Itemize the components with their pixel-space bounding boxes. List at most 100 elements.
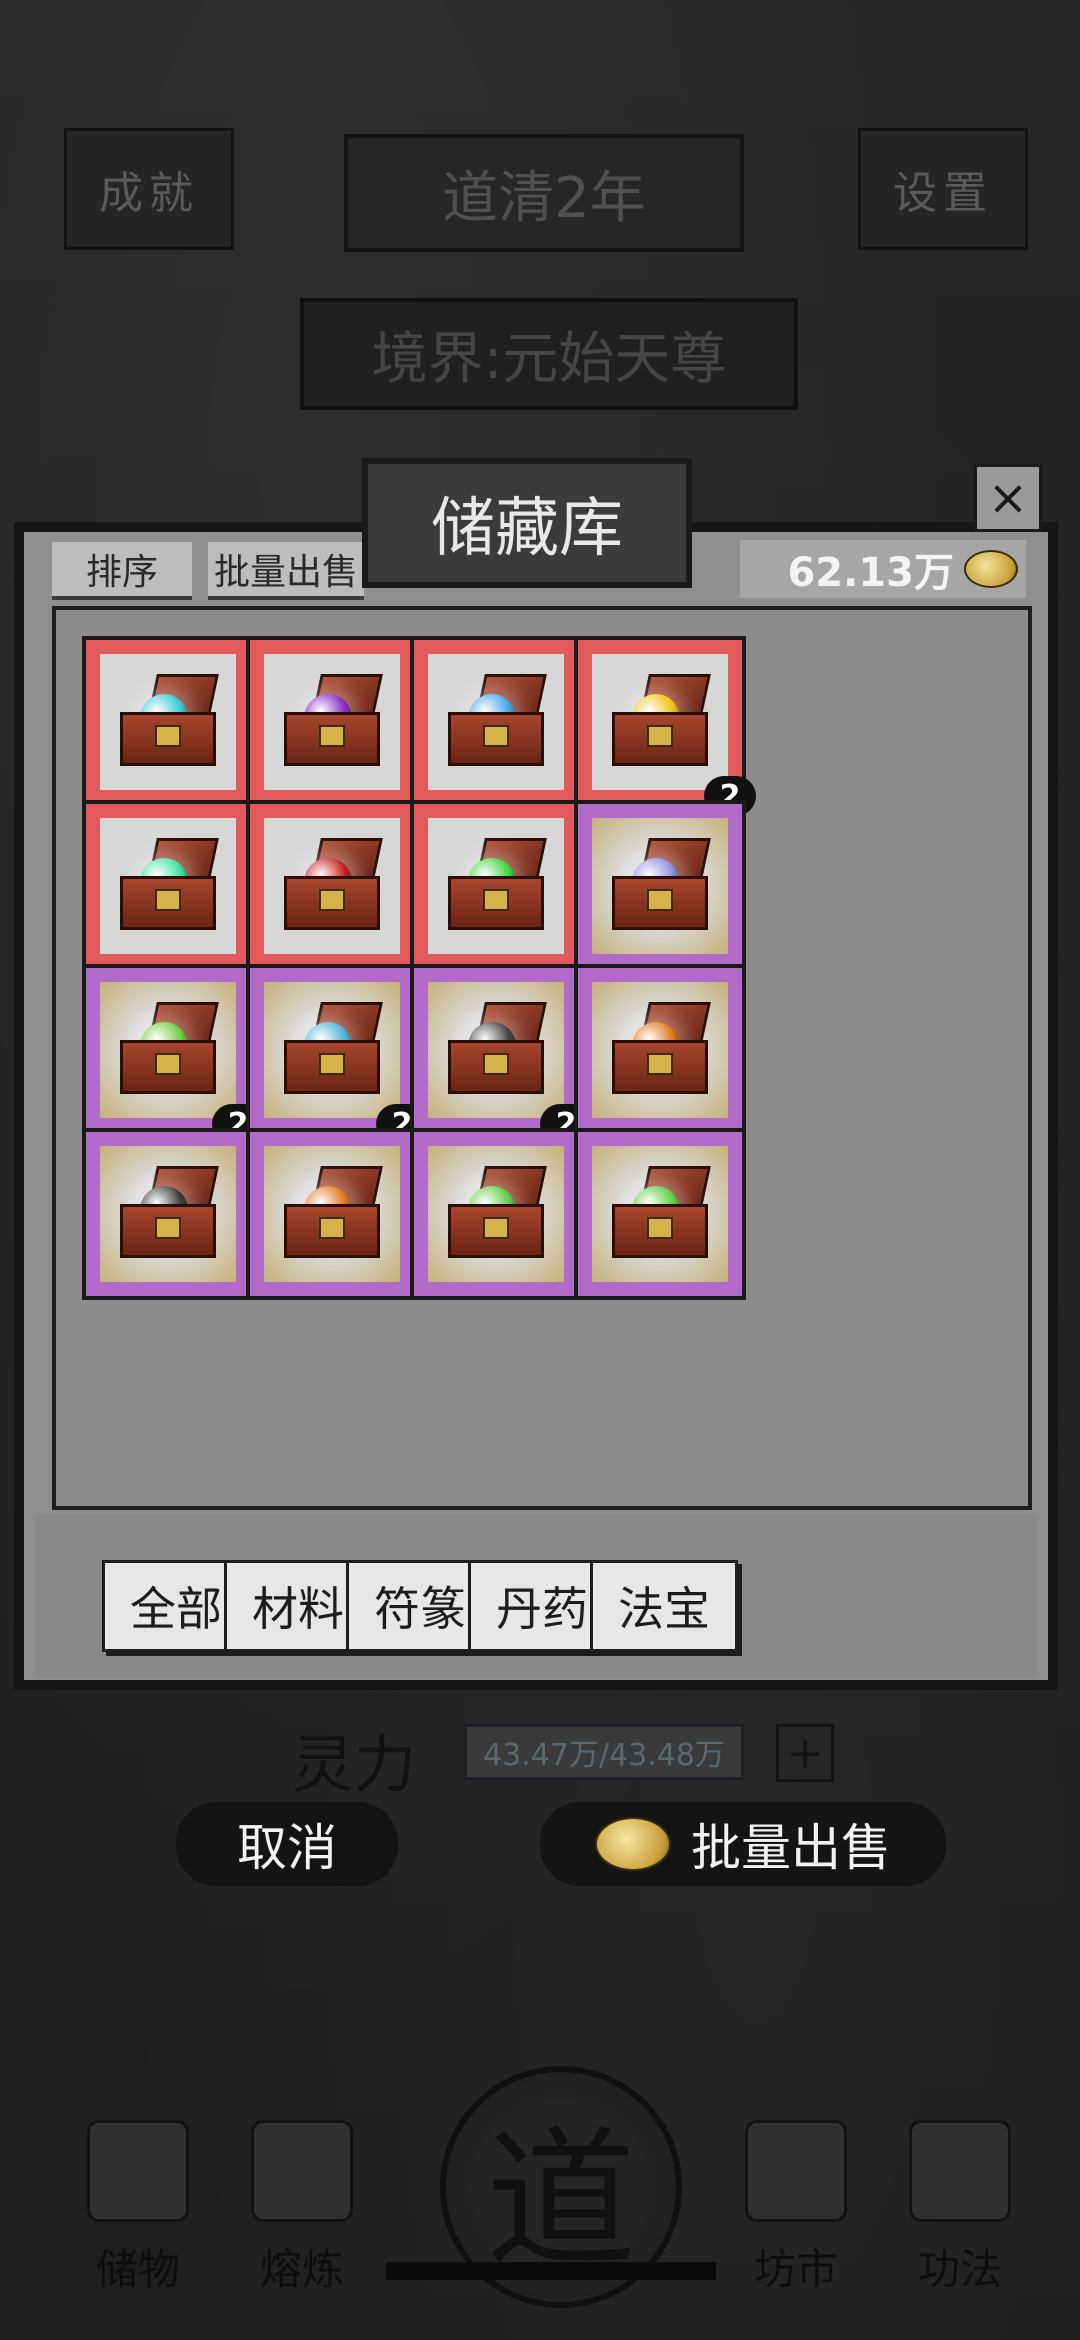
item-card bbox=[246, 800, 418, 972]
coin-stack-icon bbox=[745, 2120, 847, 2222]
item-frame bbox=[428, 818, 564, 954]
close-icon: × bbox=[987, 470, 1029, 526]
cancel-button[interactable]: 取消 bbox=[176, 1802, 398, 1886]
item-frame bbox=[100, 1146, 236, 1282]
treasure-chest-icon bbox=[284, 1204, 380, 1258]
batch-sell-label: 批量出售 bbox=[213, 552, 358, 593]
storage-item[interactable] bbox=[410, 1128, 590, 1306]
treasure-chest-icon bbox=[284, 876, 380, 930]
sort-button[interactable]: 排序 bbox=[52, 542, 192, 600]
treasure-chest-icon bbox=[612, 876, 708, 930]
item-card: 2 bbox=[82, 964, 264, 1144]
close-button[interactable]: × bbox=[974, 464, 1042, 532]
batch-sell-confirm-button[interactable]: 批量出售 bbox=[540, 1802, 946, 1886]
batch-sell-confirm-label: 批量出售 bbox=[691, 1819, 891, 1877]
item-frame bbox=[264, 654, 400, 790]
realm-label: 境界:元始天尊 bbox=[371, 326, 727, 392]
cancel-label: 取消 bbox=[237, 1819, 337, 1877]
furnace-icon bbox=[251, 2120, 353, 2222]
item-frame bbox=[100, 982, 236, 1118]
item-frame bbox=[264, 982, 400, 1118]
item-card: 2 bbox=[574, 636, 756, 816]
storage-item[interactable] bbox=[246, 1128, 426, 1306]
item-card bbox=[574, 800, 746, 972]
treasure-chest-icon bbox=[448, 712, 544, 766]
item-card: 2 bbox=[246, 964, 428, 1144]
item-frame bbox=[264, 1146, 400, 1282]
item-frame bbox=[100, 818, 236, 954]
spirit-label: 灵力 bbox=[292, 1728, 417, 1801]
achievement-label: 成就 bbox=[99, 168, 199, 219]
storage-item[interactable] bbox=[82, 1128, 262, 1306]
spirit-plus-button[interactable]: + bbox=[776, 1724, 834, 1782]
item-frame bbox=[100, 654, 236, 790]
category-label: 材料 bbox=[252, 1582, 344, 1636]
money-display: 62.13万 bbox=[740, 540, 1026, 598]
treasure-chest-icon bbox=[284, 712, 380, 766]
realm-banner: 境界:元始天尊 bbox=[300, 298, 798, 410]
spirit-value: 43.47万/43.48万 bbox=[464, 1724, 744, 1780]
storage-title: 储藏库 bbox=[362, 458, 692, 588]
nav-skills-label: 功法 bbox=[917, 2245, 1002, 2294]
settings-label: 设置 bbox=[893, 168, 993, 219]
treasure-chest-icon bbox=[120, 1040, 216, 1094]
nav-smelt[interactable]: 熔炼 bbox=[232, 2120, 372, 2297]
category-label: 全部 bbox=[130, 1582, 222, 1636]
book-icon bbox=[909, 2120, 1011, 2222]
sort-label: 排序 bbox=[85, 552, 158, 593]
item-card bbox=[574, 964, 746, 1136]
treasure-chest-icon bbox=[448, 1204, 544, 1258]
storage-item[interactable] bbox=[574, 1128, 754, 1306]
item-frame bbox=[264, 818, 400, 954]
settings-button[interactable]: 设置 bbox=[858, 128, 1028, 250]
batch-sell-button[interactable]: 批量出售 bbox=[208, 542, 364, 600]
treasure-chest-icon bbox=[120, 1204, 216, 1258]
treasure-chest-icon bbox=[120, 876, 216, 930]
item-frame bbox=[592, 982, 728, 1118]
achievement-button[interactable]: 成就 bbox=[64, 128, 234, 250]
category-label: 符篆 bbox=[374, 1582, 466, 1636]
category-label: 丹药 bbox=[496, 1582, 588, 1636]
item-frame bbox=[428, 654, 564, 790]
treasure-chest-icon bbox=[448, 1040, 544, 1094]
category-bar: 全部 材料 符篆 丹药 法宝 bbox=[34, 1514, 1038, 1678]
nav-market-label: 坊市 bbox=[753, 2245, 838, 2294]
item-frame bbox=[592, 1146, 728, 1282]
treasure-chest-icon bbox=[612, 712, 708, 766]
item-card bbox=[82, 1128, 254, 1300]
item-card: 2 bbox=[410, 964, 592, 1144]
treasure-chest-icon bbox=[612, 1040, 708, 1094]
dao-underline bbox=[386, 2262, 716, 2280]
nav-skills[interactable]: 功法 bbox=[890, 2120, 1030, 2297]
nav-market[interactable]: 坊市 bbox=[726, 2120, 866, 2297]
nav-storage[interactable]: 储物 bbox=[68, 2120, 208, 2297]
item-frame bbox=[592, 818, 728, 954]
year-banner: 道清2年 bbox=[344, 134, 744, 252]
treasure-chest-icon bbox=[448, 876, 544, 930]
money-value: 62.13万 bbox=[787, 550, 954, 596]
nav-smelt-label: 熔炼 bbox=[259, 2245, 344, 2294]
coin-icon bbox=[595, 1817, 671, 1871]
coin-icon bbox=[964, 550, 1018, 588]
item-card bbox=[410, 800, 582, 972]
bag-icon bbox=[87, 2120, 189, 2222]
storage-title-label: 储藏库 bbox=[431, 492, 623, 566]
treasure-chest-icon bbox=[120, 712, 216, 766]
item-frame bbox=[592, 654, 728, 790]
item-card bbox=[82, 636, 254, 808]
item-card bbox=[410, 1128, 582, 1300]
treasure-chest-icon bbox=[284, 1040, 380, 1094]
nav-storage-label: 储物 bbox=[95, 2245, 180, 2294]
item-frame bbox=[428, 1146, 564, 1282]
category-label: 法宝 bbox=[618, 1582, 710, 1636]
category-treasures-button[interactable]: 法宝 bbox=[590, 1560, 738, 1652]
item-grid[interactable]: 青龙晦吸丹罗刹丹冰霜丹2金龙力神丹朽木焕新丹赤体丹无上清仙丹九转还魂丹2十转金仙… bbox=[52, 606, 1032, 1510]
year-label: 道清2年 bbox=[442, 165, 646, 231]
treasure-chest-icon bbox=[612, 1204, 708, 1258]
item-card bbox=[82, 800, 254, 972]
item-card bbox=[246, 636, 418, 808]
item-card bbox=[410, 636, 582, 808]
item-card bbox=[246, 1128, 418, 1300]
item-card bbox=[574, 1128, 746, 1300]
item-frame bbox=[428, 982, 564, 1118]
